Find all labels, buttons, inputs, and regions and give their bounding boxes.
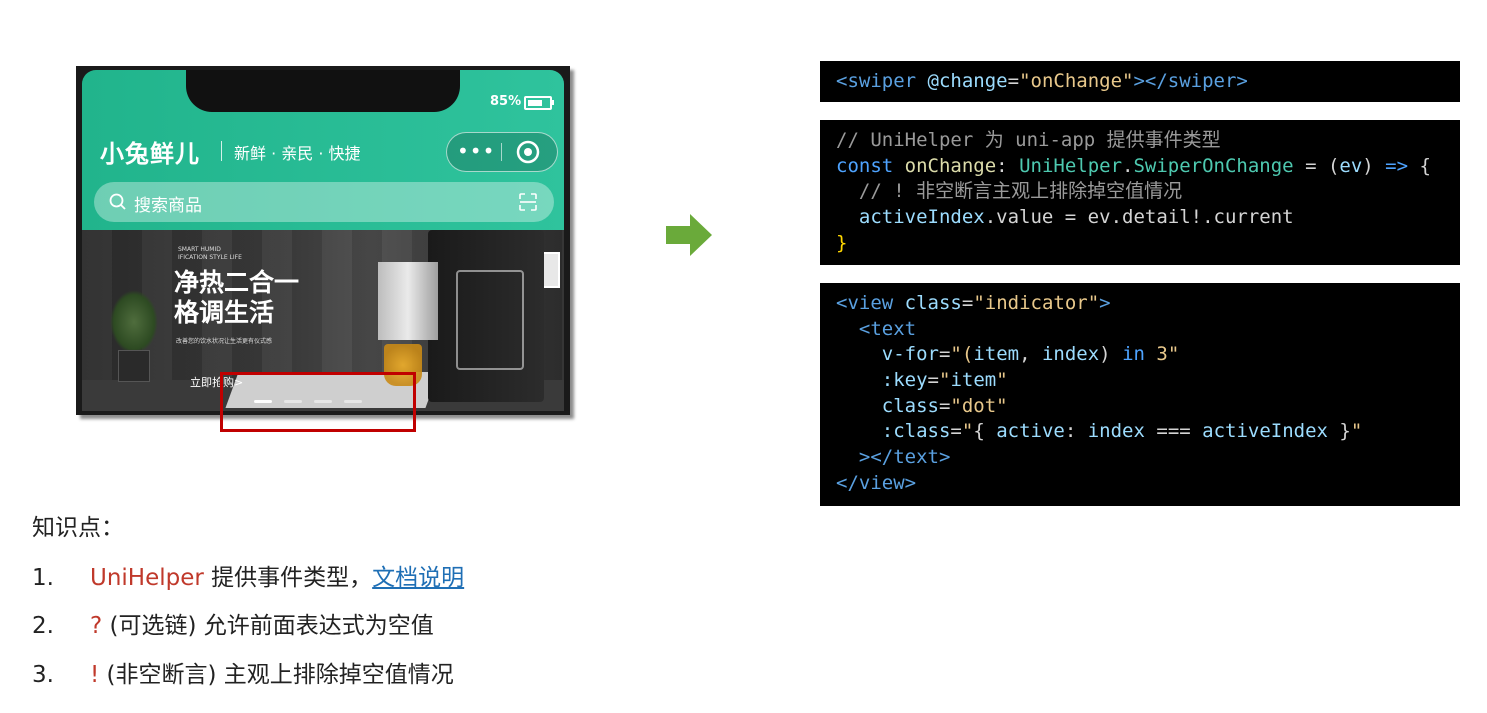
code-block-swiper: <swiper @change="onChange"></swiper> xyxy=(820,61,1460,102)
machine-head-image xyxy=(378,262,438,340)
knowledge-item: 2.? (可选链) 允许前面表达式为空值 xyxy=(32,606,434,640)
code-line: :class="{ active: index === activeIndex … xyxy=(881,420,1363,443)
item-text: 提供事件类型， xyxy=(203,565,373,591)
item-text: (可选链) 允许前面表达式为空值 xyxy=(102,613,434,639)
battery-tip xyxy=(552,100,554,105)
code-block-indicator: <view class="indicator"> <text v-for="(i… xyxy=(820,283,1460,506)
code-line: ></text> xyxy=(858,446,951,469)
battery-icon xyxy=(524,96,552,110)
code-line: <view class="indicator"> xyxy=(836,292,1111,314)
phone-notch xyxy=(186,70,460,112)
search-icon xyxy=(109,193,126,210)
capsule-divider xyxy=(501,143,502,161)
app-slogan: 新鲜 · 亲民 · 快捷 xyxy=(234,144,361,163)
scan-icon[interactable] xyxy=(518,192,538,212)
item-number: 2. xyxy=(32,613,54,639)
knowledge-item: 3.! (非空断言) 主观上排除掉空值情况 xyxy=(32,655,454,689)
banner-headline-line-2: 格调生活 xyxy=(174,298,275,327)
doc-link[interactable]: 文档说明 xyxy=(372,565,464,591)
code-line: </view> xyxy=(836,471,917,494)
banner-small-caption: SMART HUMID IFICATION STYLE LIFE xyxy=(178,246,242,261)
banner-headline: 净热二合一 格调生活 xyxy=(174,268,299,328)
phone-screen: 85% 小兔鲜儿 新鲜 · 亲民 · 快捷 ••• 搜索商品 SMART HUM… xyxy=(82,70,564,411)
plant-image xyxy=(110,290,158,354)
plant-pot-image xyxy=(118,350,150,382)
item-number: 3. xyxy=(32,662,54,688)
more-icon[interactable]: ••• xyxy=(457,138,494,164)
phone-mockup: 85% 小兔鲜儿 新鲜 · 亲民 · 快捷 ••• 搜索商品 SMART HUM… xyxy=(76,66,570,415)
close-target-icon[interactable] xyxy=(515,139,541,165)
right-arrow-icon xyxy=(666,214,712,256)
battery-percent: 85% xyxy=(490,94,522,109)
water-tank-image xyxy=(456,270,524,370)
item-highlight: UniHelper xyxy=(90,565,204,591)
code-line: <text xyxy=(858,317,917,340)
banner-headline-line-1: 净热二合一 xyxy=(174,268,300,297)
item-text: (非空断言) 主观上排除掉空值情况 xyxy=(99,662,454,688)
item-number: 1. xyxy=(32,565,54,591)
code-line: // ! 非空断言主观上排除掉空值情况 xyxy=(836,180,1183,203)
app-brand: 小兔鲜儿 xyxy=(100,140,200,168)
item-highlight: ? xyxy=(90,613,103,639)
search-bar[interactable]: 搜索商品 xyxy=(94,182,554,222)
code-line: activeIndex.value = ev.detail!.current xyxy=(858,206,1294,229)
code-line: <swiper @change="onChange"></swiper> xyxy=(836,70,1248,92)
knowledge-item: 1. UniHelper 提供事件类型，文档说明 xyxy=(32,558,464,592)
app-header: 85% 小兔鲜儿 新鲜 · 亲民 · 快捷 ••• 搜索商品 xyxy=(82,70,564,230)
code-line: :key="item" xyxy=(881,369,1008,392)
code-line: v-for="(item, index) in 3" xyxy=(881,343,1180,366)
code-block-onchange: // UniHelper 为 uni-app 提供事件类型 const onCha… xyxy=(820,120,1460,265)
item-highlight: ! xyxy=(90,662,100,688)
search-placeholder: 搜索商品 xyxy=(134,196,202,216)
brand-divider xyxy=(221,141,222,161)
miniprogram-capsule: ••• xyxy=(446,132,558,172)
code-line: } xyxy=(836,231,848,254)
banner-subline: 改善您的饮水状况让生活更有仪式感 xyxy=(176,338,273,345)
indicator-highlight-box xyxy=(220,372,416,432)
code-line: class="dot" xyxy=(881,394,1008,417)
code-line: const onChange: UniHelper.SwiperOnChange… xyxy=(836,154,1431,177)
code-line: // UniHelper 为 uni-app 提供事件类型 xyxy=(836,129,1221,151)
knowledge-title: 知识点： xyxy=(32,515,124,541)
